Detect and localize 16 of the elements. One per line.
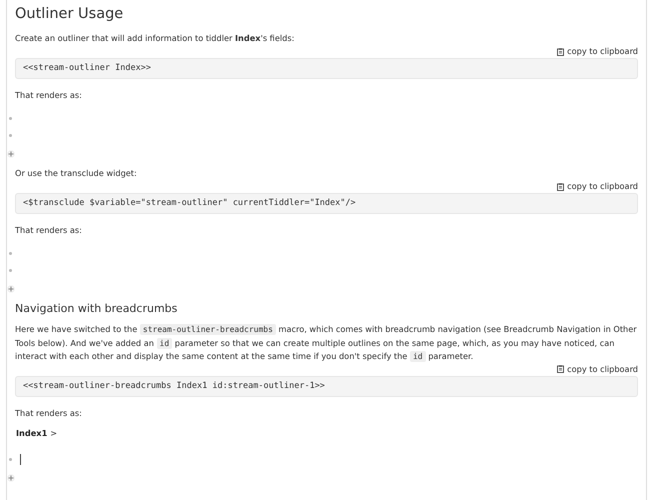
- code-block: <<stream-outliner-breadcrumbs Index1 id:stream-outliner-1>>: [15, 376, 638, 396]
- paragraph: Create an outliner that will add information to tiddler Index's fields:: [15, 32, 296, 45]
- code-block: <<stream-outliner Index>>: [15, 58, 638, 79]
- copy-to-clipboard-button[interactable]: copy to clipboard: [557, 181, 638, 192]
- paragraph: That renders as:: [15, 406, 83, 420]
- breadcrumb-link[interactable]: Index1: [16, 426, 48, 440]
- section-heading: Navigation with breadcrumbs: [15, 302, 178, 316]
- paragraph: That renders as:: [15, 89, 83, 102]
- copy-to-clipboard-button[interactable]: copy to clipboard: [557, 364, 638, 374]
- paragraph: Here we have switched to the stream-outliner-breadcrumbs macro, which comes with breadcrumb navigation (see Breadcrumb Navigation in Other Tools below). And we've added an id parameter so that we can create multiple outlines on the same page, which, as you may have noticed, can interact with each other and display the same content at the same time if you don't specify the id parameter.: [15, 323, 638, 364]
- paragraph: That renders as:: [15, 224, 83, 237]
- page-title: Outliner Usage: [15, 5, 124, 23]
- breadcrumb-separator: >: [50, 426, 58, 440]
- copy-to-clipboard-button[interactable]: copy to clipboard: [557, 46, 638, 57]
- code-block: <$transclude $variable="stream-outliner" currentTiddler="Index"/>: [15, 193, 638, 214]
- paragraph: Or use the transclude widget:: [15, 167, 138, 180]
